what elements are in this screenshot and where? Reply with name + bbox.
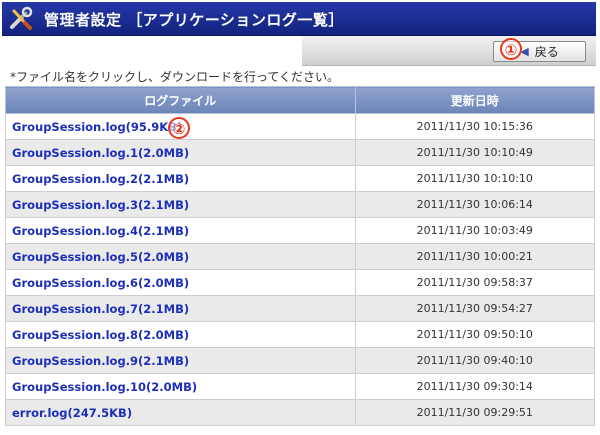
- log-file-link[interactable]: GroupSession.log.5(2.0MB): [12, 250, 189, 264]
- file-cell: GroupSession.log.6(2.0MB): [5, 269, 356, 296]
- table-row: error.log(247.5KB) 2011/11/30 09:29:51: [5, 399, 596, 426]
- tools-icon: [10, 6, 33, 30]
- log-file-link[interactable]: GroupSession.log.10(2.0MB): [12, 380, 197, 394]
- table-row: GroupSession.log.10(2.0MB) 2011/11/30 09…: [5, 373, 596, 400]
- table-row: GroupSession.log.5(2.0MB) 2011/11/30 10:…: [5, 243, 596, 270]
- table-row: GroupSession.log.9(2.1MB) 2011/11/30 09:…: [5, 347, 596, 374]
- updated-cell: 2011/11/30 09:29:51: [354, 399, 596, 426]
- updated-cell: 2011/11/30 10:06:14: [354, 191, 596, 218]
- updated-cell: 2011/11/30 09:58:37: [354, 269, 596, 296]
- table-row: GroupSession.log.2(2.1MB) 2011/11/30 10:…: [5, 165, 596, 192]
- log-file-link[interactable]: GroupSession.log.9(2.1MB): [12, 354, 189, 368]
- file-cell: GroupSession.log.1(2.0MB): [5, 139, 356, 166]
- updated-cell: 2011/11/30 09:50:10: [354, 321, 596, 348]
- annotation-marker-2: ②: [168, 117, 190, 139]
- updated-cell: 2011/11/30 09:40:10: [354, 347, 596, 374]
- file-cell: GroupSession.log.9(2.1MB): [5, 347, 356, 374]
- back-button-label: 戻る: [534, 45, 559, 59]
- log-file-table: ログファイル 更新日時 GroupSession.log(95.9KB) 201…: [5, 86, 596, 426]
- file-cell: GroupSession.log.2(2.1MB): [5, 165, 356, 192]
- instruction-note: *ファイル名をクリックし、ダウンロードを行ってください。: [10, 70, 340, 84]
- table-row: GroupSession.log.6(2.0MB) 2011/11/30 09:…: [5, 269, 596, 296]
- updated-cell: 2011/11/30 10:15:36: [354, 113, 596, 140]
- page-title: 管理者設定 ［アプリケーションログ一覧］: [44, 11, 344, 29]
- table-row: GroupSession.log.1(2.0MB) 2011/11/30 10:…: [5, 139, 596, 166]
- column-header-updated: 更新日時: [354, 86, 596, 114]
- log-file-link[interactable]: GroupSession.log.2(2.1MB): [12, 172, 189, 186]
- column-header-log-file: ログファイル: [5, 86, 356, 114]
- updated-cell: 2011/11/30 10:03:49: [354, 217, 596, 244]
- annotation-marker-1: ①: [500, 38, 522, 60]
- updated-cell: 2011/11/30 09:30:14: [354, 373, 596, 400]
- log-file-link[interactable]: GroupSession.log.8(2.0MB): [12, 328, 189, 342]
- table-row: GroupSession.log.8(2.0MB) 2011/11/30 09:…: [5, 321, 596, 348]
- file-cell: GroupSession.log.7(2.1MB): [5, 295, 356, 322]
- file-cell: GroupSession.log.5(2.0MB): [5, 243, 356, 270]
- updated-cell: 2011/11/30 10:00:21: [354, 243, 596, 270]
- log-file-link[interactable]: error.log(247.5KB): [12, 406, 132, 420]
- updated-cell: 2011/11/30 10:10:10: [354, 165, 596, 192]
- table-row: GroupSession.log.3(2.1MB) 2011/11/30 10:…: [5, 191, 596, 218]
- file-cell: GroupSession.log.3(2.1MB): [5, 191, 356, 218]
- log-file-link[interactable]: GroupSession.log.6(2.0MB): [12, 276, 189, 290]
- log-file-link[interactable]: GroupSession.log.1(2.0MB): [12, 146, 189, 160]
- table-header-row: ログファイル 更新日時: [5, 86, 596, 114]
- table-row: GroupSession.log.7(2.1MB) 2011/11/30 09:…: [5, 295, 596, 322]
- log-file-link[interactable]: GroupSession.log.7(2.1MB): [12, 302, 189, 316]
- updated-cell: 2011/11/30 10:10:49: [354, 139, 596, 166]
- file-cell: GroupSession.log.8(2.0MB): [5, 321, 356, 348]
- file-cell: GroupSession.log.4(2.1MB): [5, 217, 356, 244]
- file-cell: error.log(247.5KB): [5, 399, 356, 426]
- title-bar: 管理者設定 ［アプリケーションログ一覧］: [2, 2, 596, 36]
- log-file-link[interactable]: GroupSession.log.3(2.1MB): [12, 198, 189, 212]
- log-file-link[interactable]: GroupSession.log(95.9KB): [12, 120, 182, 134]
- log-file-link[interactable]: GroupSession.log.4(2.1MB): [12, 224, 189, 238]
- table-row: GroupSession.log.4(2.1MB) 2011/11/30 10:…: [5, 217, 596, 244]
- file-cell: GroupSession.log.10(2.0MB): [5, 373, 356, 400]
- updated-cell: 2011/11/30 09:54:27: [354, 295, 596, 322]
- table-row: GroupSession.log(95.9KB) 2011/11/30 10:1…: [5, 113, 596, 140]
